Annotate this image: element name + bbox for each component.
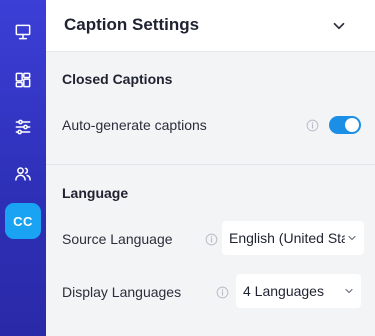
chevron-down-icon (345, 288, 353, 294)
closed-captions-icon: CC (13, 213, 33, 229)
caption-settings-panel: Caption Settings Closed Captions Auto-ge… (46, 0, 375, 336)
rail-item-captions[interactable]: CC (5, 203, 41, 239)
language-section: Language Source Language English (United… (46, 166, 375, 336)
left-rail: CC (0, 0, 46, 336)
panel-header[interactable]: Caption Settings (46, 0, 375, 52)
info-icon[interactable] (306, 119, 319, 132)
display-languages-label: Display Languages (62, 284, 182, 300)
info-icon[interactable] (216, 286, 229, 299)
panel-title: Caption Settings (64, 15, 200, 34)
source-language-select[interactable]: English (United States) (222, 221, 364, 255)
source-language-value: English (United States) (229, 230, 345, 246)
presentation-icon (15, 24, 31, 40)
sliders-icon (15, 119, 31, 135)
info-icon[interactable] (205, 233, 218, 246)
display-languages-value: 4 Languages (243, 283, 324, 299)
display-languages-select[interactable]: 4 Languages (236, 274, 361, 308)
users-icon (15, 167, 31, 181)
chevron-down-icon[interactable] (330, 17, 348, 35)
auto-generate-toggle[interactable] (329, 116, 361, 134)
language-heading: Language (62, 185, 129, 201)
chevron-down-icon (348, 235, 356, 241)
rail-item-layout[interactable] (5, 62, 41, 98)
source-language-label: Source Language (62, 231, 173, 247)
closed-captions-heading: Closed Captions (62, 71, 173, 87)
rail-item-settings[interactable] (5, 109, 41, 145)
toggle-knob (345, 118, 359, 132)
layout-dashboard-icon (15, 72, 31, 88)
closed-captions-section: Closed Captions Auto-generate captions (46, 53, 375, 165)
auto-generate-label: Auto-generate captions (62, 117, 207, 133)
rail-item-users[interactable] (5, 156, 41, 192)
rail-item-presentation[interactable] (5, 14, 41, 50)
